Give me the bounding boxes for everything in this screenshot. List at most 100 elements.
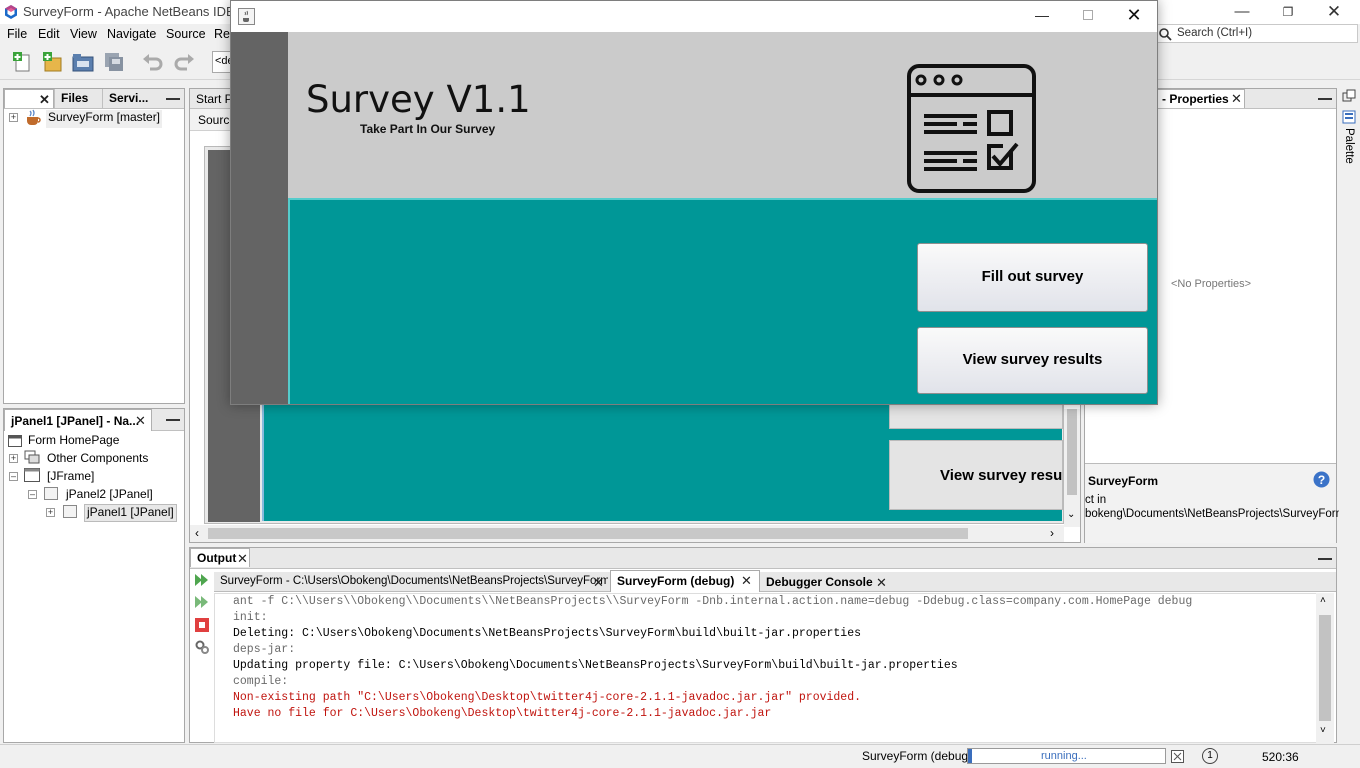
progress-bar[interactable]: running... [967, 748, 1166, 764]
survey-window: — ✕ Survey V1.1 Take Part In Our Survey [230, 0, 1158, 405]
tab-files[interactable]: Files [54, 89, 102, 108]
expand-icon[interactable]: + [9, 454, 18, 463]
output-line: Updating property file: C:\Users\Obokeng… [233, 659, 958, 672]
survey-close-button[interactable]: ✕ [1111, 5, 1157, 27]
tree-item-jframe[interactable]: [JFrame] [47, 469, 94, 487]
fill-out-survey-button[interactable]: Fill out survey [917, 243, 1148, 312]
close-icon[interactable]: ✕ [741, 574, 752, 587]
output-tabstrip: Output ✕ [190, 548, 1336, 569]
help-title: SurveyForm [1088, 474, 1159, 488]
editor-vscrollbar[interactable]: ⌄ [1064, 409, 1080, 527]
view-survey-results-button[interactable]: View survey results [917, 327, 1148, 394]
help-line-2: bokeng\Documents\NetBeansProjects\Survey… [1085, 508, 1346, 520]
survey-maximize-button[interactable] [1065, 7, 1111, 27]
expand-icon[interactable]: + [46, 508, 55, 517]
help-line-1: ct in [1085, 494, 1107, 506]
editor-hscrollbar[interactable]: ‹ › [190, 525, 1064, 542]
content-panel: Fill out survey View survey results [288, 198, 1157, 404]
panel-icon [63, 505, 77, 518]
scroll-left-icon[interactable]: ‹ [195, 526, 199, 540]
navigator-panel: jPanel1 [JPanel] - Na... ✕ Form HomePage… [3, 408, 185, 743]
menu-source[interactable]: Source [166, 27, 206, 41]
menu-refactor[interactable]: Re [214, 27, 230, 41]
tab-start-page[interactable]: Start P [196, 92, 233, 106]
window-group-icon[interactable] [1342, 89, 1356, 103]
minimize-icon[interactable] [1318, 558, 1332, 560]
tab-output-project[interactable]: SurveyForm - C:\Users\Obokeng\Documents\… [214, 572, 608, 592]
menu-edit[interactable]: Edit [38, 27, 60, 41]
output-line: Non-existing path "C:\Users\Obokeng\Desk… [233, 691, 862, 704]
help-icon[interactable]: ? [1313, 471, 1330, 488]
tab-navigator[interactable]: jPanel1 [JPanel] - Na... [4, 409, 152, 431]
tree-item-form[interactable]: Form HomePage [28, 433, 119, 451]
menu-navigate[interactable]: Navigate [107, 27, 156, 41]
ide-minimize-button[interactable]: — [1219, 2, 1265, 22]
save-all-icon[interactable] [102, 50, 126, 74]
caret-position: 520:36 [1262, 750, 1299, 764]
tree-item-jpanel2[interactable]: jPanel2 [JPanel] [66, 487, 153, 505]
new-project-icon[interactable] [40, 50, 64, 74]
new-file-icon[interactable] [10, 50, 34, 74]
ide-restore-button[interactable]: ❐ [1265, 2, 1311, 22]
minimize-icon[interactable] [166, 98, 180, 100]
hscroll-thumb[interactable] [208, 528, 968, 539]
settings-icon[interactable] [194, 639, 210, 655]
palette-tab[interactable]: Palette [1343, 128, 1355, 164]
minimize-icon[interactable] [1318, 98, 1332, 100]
undo-icon[interactable] [141, 50, 165, 74]
output-line: init: [233, 611, 268, 624]
minimize-icon[interactable] [166, 419, 180, 421]
tree-item-jpanel1[interactable]: jPanel1 [JPanel] [84, 504, 177, 522]
output-title: Output [197, 551, 237, 565]
scroll-right-icon[interactable]: › [1050, 526, 1054, 540]
close-icon[interactable]: ✕ [237, 552, 248, 565]
scroll-thumb[interactable] [1319, 615, 1331, 721]
menu-file[interactable]: File [7, 27, 27, 41]
tree-item-other-components[interactable]: Other Components [47, 451, 148, 469]
survey-window-titlebar: — ✕ [231, 1, 1157, 32]
projects-tabstrip: ✕ Files Servi... [4, 89, 184, 109]
output-line: Have no file for C:\Users\Obokeng\Deskto… [233, 707, 772, 720]
stop-icon[interactable] [194, 617, 210, 633]
tab-debugger-console[interactable]: Debugger Console [762, 572, 892, 592]
output-tab-console-label: Debugger Console [766, 575, 873, 589]
app-title: Survey V1.1 [306, 78, 531, 121]
rerun-with-params-icon[interactable] [194, 594, 210, 610]
expand-icon[interactable]: + [9, 113, 18, 122]
close-icon[interactable]: ✕ [135, 414, 146, 427]
scroll-down-icon[interactable]: ⌄ [1067, 509, 1075, 520]
rerun-icon[interactable] [194, 572, 210, 588]
cancel-task-icon[interactable] [1171, 750, 1184, 763]
tab-output-debug[interactable]: SurveyForm (debug) [610, 570, 760, 592]
survey-minimize-button[interactable]: — [1019, 7, 1065, 27]
properties-title: - Properties [1162, 92, 1229, 106]
project-root-node[interactable]: SurveyForm [master] [46, 110, 163, 128]
close-icon[interactable]: ✕ [593, 576, 604, 589]
collapse-icon[interactable]: – [9, 472, 18, 481]
search-placeholder: Search (Ctrl+I) [1177, 27, 1253, 39]
search-input[interactable]: Search (Ctrl+I) [1154, 24, 1358, 43]
close-icon[interactable]: ✕ [876, 576, 887, 589]
notifications-icon[interactable]: 1 [1202, 748, 1218, 764]
ide-close-button[interactable]: ✕ [1311, 2, 1357, 22]
close-icon[interactable]: ✕ [1231, 92, 1242, 105]
open-project-icon[interactable] [71, 50, 95, 74]
components-icon [24, 450, 40, 464]
jframe-icon [24, 468, 40, 482]
output-vscrollbar[interactable]: ˄ ˅ [1316, 593, 1334, 743]
palette-icon[interactable] [1342, 110, 1356, 124]
collapse-icon[interactable]: – [28, 490, 37, 499]
scroll-down-icon[interactable]: ˅ [1320, 725, 1326, 736]
search-icon [1159, 28, 1172, 41]
scroll-up-icon[interactable]: ˄ [1320, 595, 1326, 606]
survey-window-body: Survey V1.1 Take Part In Our Survey Fill… [231, 32, 1157, 404]
tab-projects[interactable]: ✕ [4, 89, 54, 108]
progress-text: running... [1041, 750, 1087, 762]
output-line: Deleting: C:\Users\Obokeng\Documents\Net… [233, 627, 862, 640]
close-icon[interactable]: ✕ [39, 93, 50, 106]
menu-view[interactable]: View [70, 27, 97, 41]
scroll-thumb[interactable] [1067, 409, 1077, 495]
navigator-title: jPanel1 [JPanel] - Na... [11, 414, 140, 428]
tab-services[interactable]: Servi... [102, 89, 154, 108]
redo-icon[interactable] [172, 50, 196, 74]
